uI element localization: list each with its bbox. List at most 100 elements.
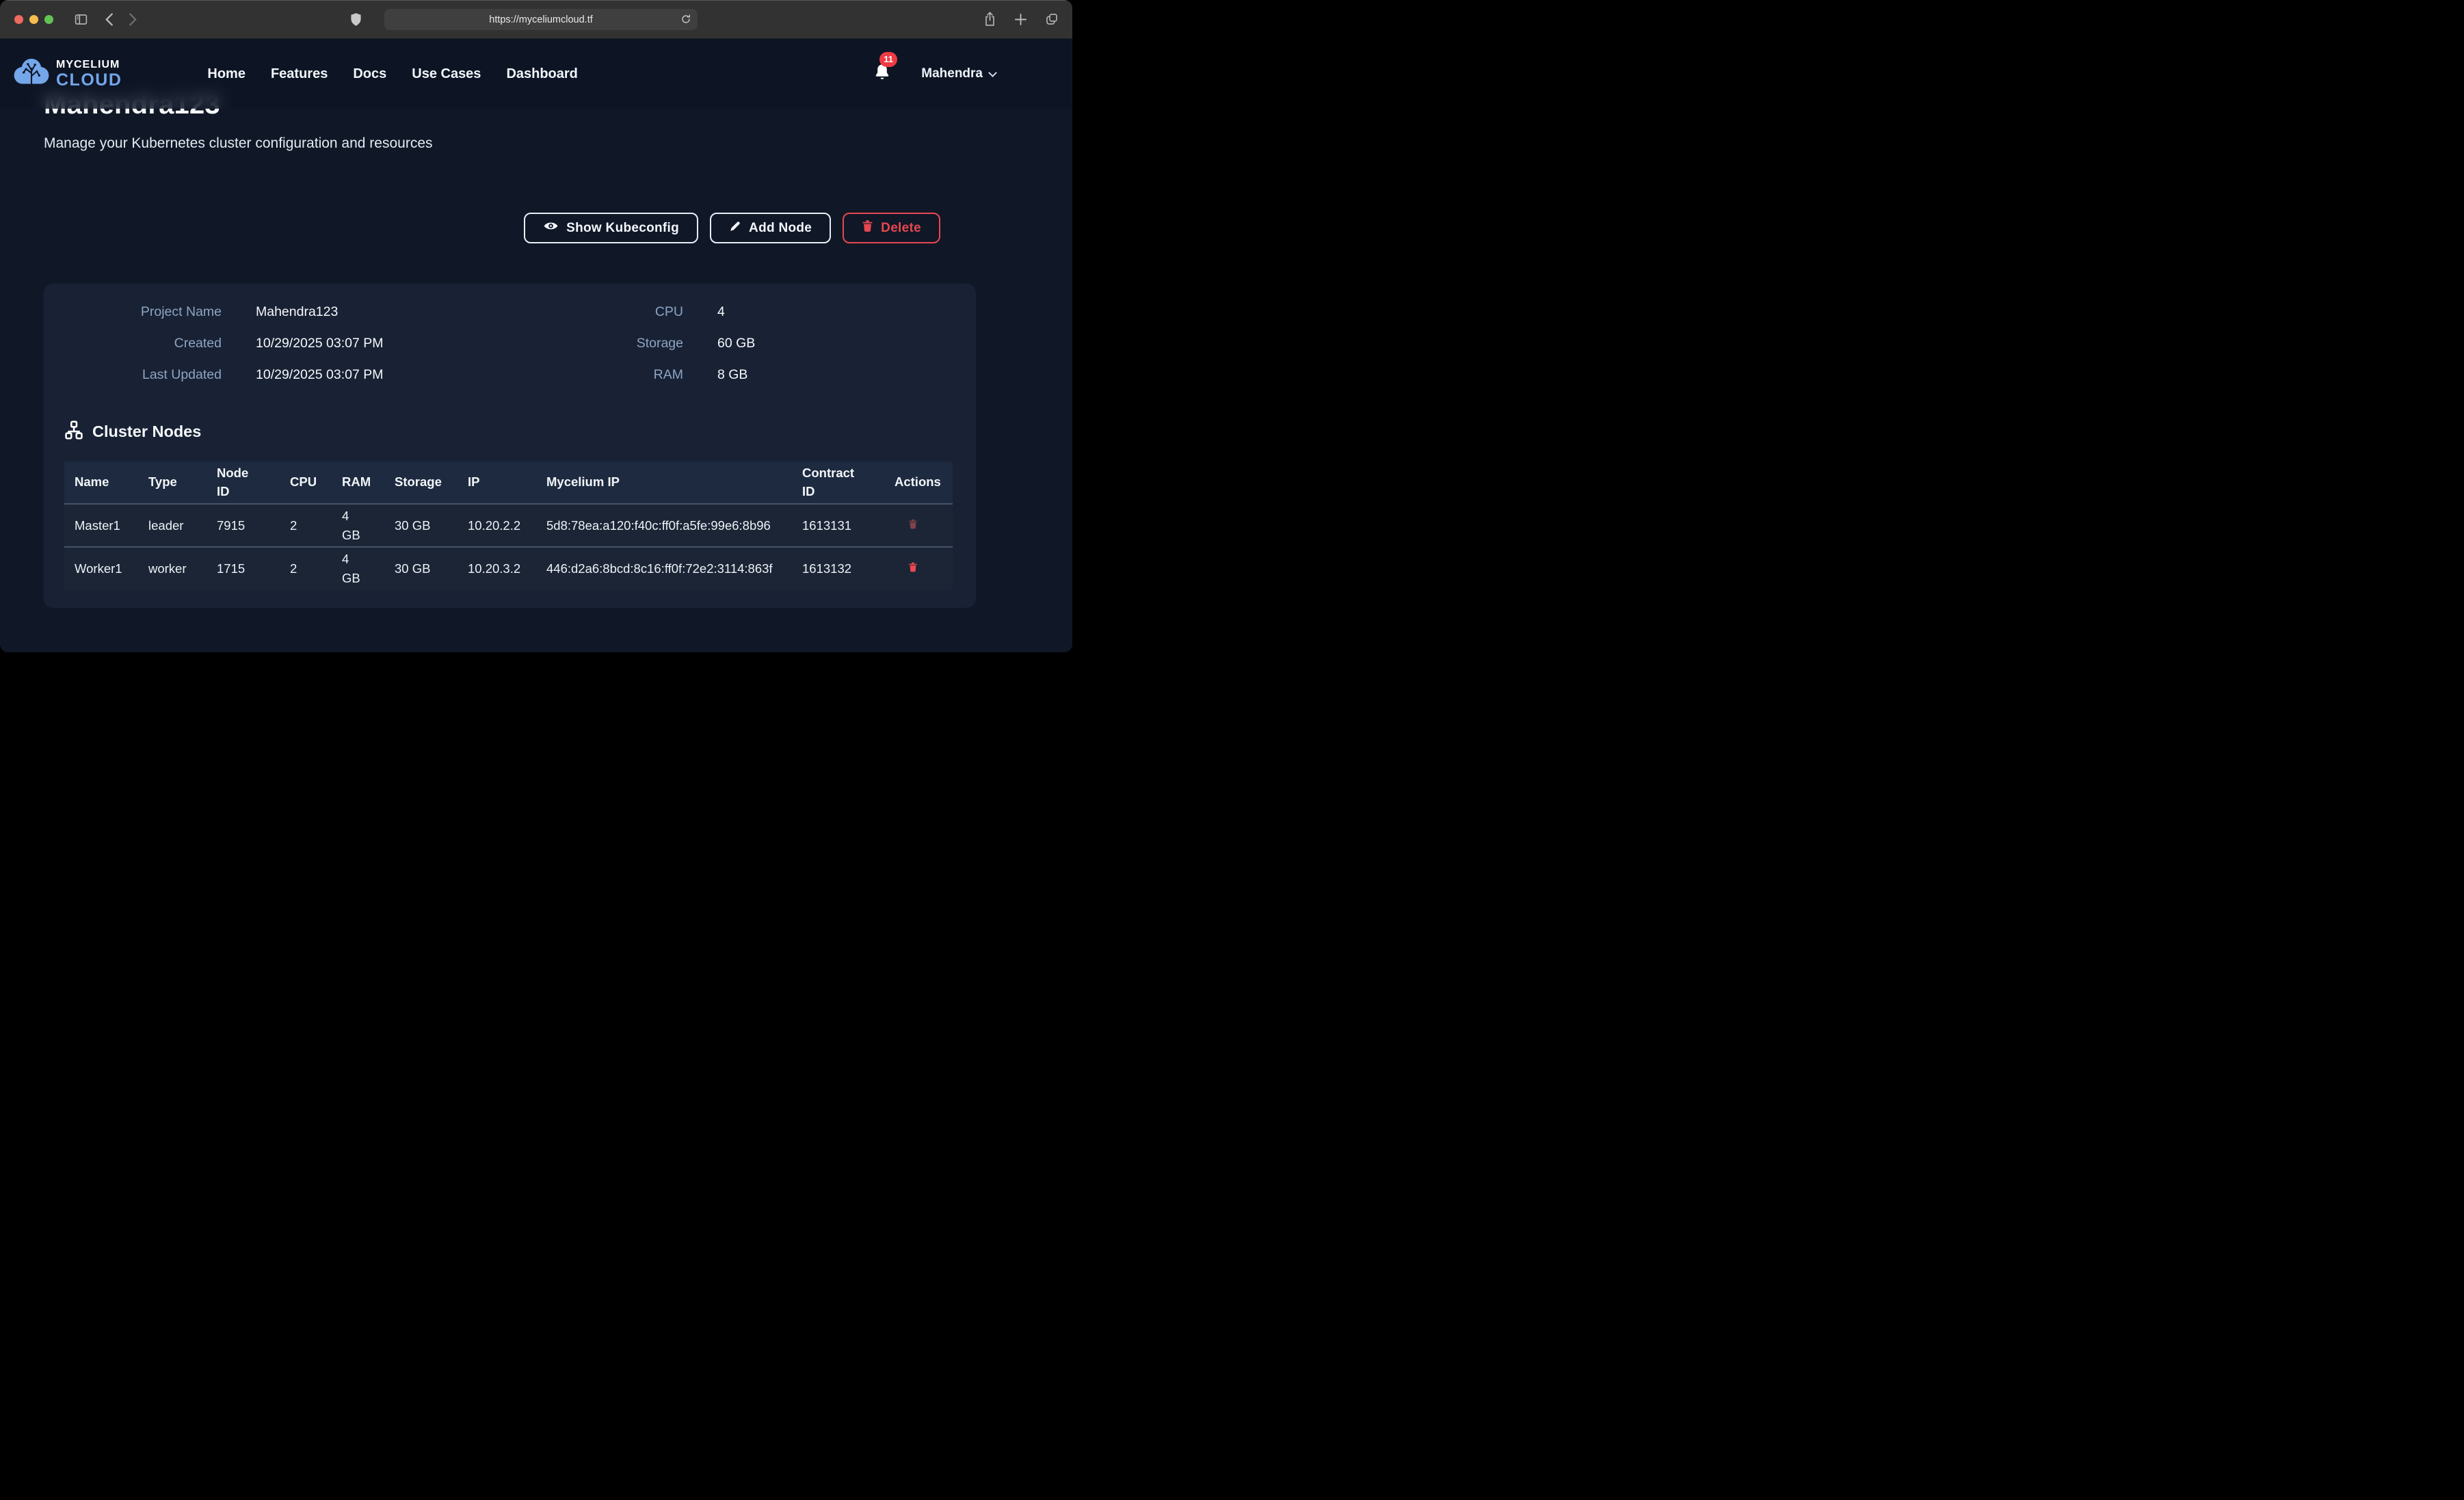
cell-type: worker <box>138 547 207 590</box>
col-ip: IP <box>458 461 536 504</box>
chrome-toolbar-right <box>983 12 1059 27</box>
cpu-value: 4 <box>717 304 725 320</box>
show-kubeconfig-label: Show Kubeconfig <box>566 221 679 236</box>
reload-icon[interactable] <box>680 13 691 28</box>
network-nodes-icon <box>64 420 83 443</box>
info-row-ram: RAM 8 GB <box>522 367 755 386</box>
page-subtitle: Manage your Kubernetes cluster configura… <box>44 135 433 152</box>
address-bar[interactable]: https://myceliumcloud.tf <box>384 9 698 30</box>
user-menu[interactable]: Mahendra <box>921 66 996 81</box>
col-storage: Storage <box>384 461 458 504</box>
cpu-label: CPU <box>522 304 683 320</box>
cell-cpu: 2 <box>280 547 332 590</box>
col-name: Name <box>64 461 138 504</box>
storage-value: 60 GB <box>717 336 755 351</box>
sidebar-toggle-icon[interactable] <box>74 12 88 27</box>
logo-wordmark: MYCELIUM CLOUD <box>56 59 122 89</box>
nav-links: Home Features Docs Use Cases Dashboard <box>207 66 578 82</box>
address-bar-url: https://myceliumcloud.tf <box>489 14 593 25</box>
cell-node-id: 7915 <box>207 504 280 547</box>
cell-mycelium-ip: 5d8:78ea:a120:f40c:ff0f:a5fe:99e6:8b96 <box>536 504 792 547</box>
delete-node-button[interactable] <box>908 561 918 575</box>
notification-badge: 11 <box>879 52 897 67</box>
eye-icon <box>543 220 559 236</box>
cell-name: Worker1 <box>64 547 138 590</box>
nav-item-dashboard[interactable]: Dashboard <box>506 66 577 82</box>
info-row-cpu: CPU 4 <box>522 304 755 323</box>
add-node-button[interactable]: Add Node <box>710 213 831 243</box>
col-actions: Actions <box>884 461 953 504</box>
delete-node-button[interactable] <box>908 518 918 532</box>
info-row-storage: Storage 60 GB <box>522 336 755 355</box>
cluster-nodes-title: Cluster Nodes <box>92 423 201 441</box>
minimize-window-button[interactable] <box>29 15 38 24</box>
show-kubeconfig-button[interactable]: Show Kubeconfig <box>524 213 698 243</box>
site-navbar: MYCELIUM CLOUD Home Features Docs Use Ca… <box>0 39 1072 109</box>
cell-contract-id: 1613131 <box>792 504 884 547</box>
col-type: Type <box>138 461 207 504</box>
project-name-label: Project Name <box>44 304 222 320</box>
ram-label: RAM <box>522 367 683 383</box>
site-logo[interactable]: MYCELIUM CLOUD <box>12 57 122 92</box>
new-tab-icon[interactable] <box>1015 14 1026 25</box>
col-node-id: Node ID <box>207 461 280 504</box>
browser-window: https://myceliumcloud.tf Mahendra123 Man… <box>0 0 1072 652</box>
cluster-info-left: Project Name Mahendra123 Created 10/29/2… <box>44 304 383 386</box>
project-name-value: Mahendra123 <box>256 304 338 320</box>
cell-ram: 4 GB <box>332 504 384 547</box>
window-controls <box>14 15 53 24</box>
share-icon[interactable] <box>983 12 996 27</box>
last-updated-value: 10/29/2025 03:07 PM <box>256 367 383 383</box>
trash-icon <box>908 518 918 532</box>
nav-item-use-cases[interactable]: Use Cases <box>412 66 481 82</box>
cell-ram: 4 GB <box>332 547 384 590</box>
cell-ip: 10.20.2.2 <box>458 504 536 547</box>
cell-contract-id: 1613132 <box>792 547 884 590</box>
cell-cpu: 2 <box>280 504 332 547</box>
nav-item-docs[interactable]: Docs <box>353 66 386 82</box>
zoom-window-button[interactable] <box>44 15 53 24</box>
col-mycelium-ip: Mycelium IP <box>536 461 792 504</box>
cell-actions <box>884 547 953 590</box>
privacy-shield-icon[interactable] <box>350 12 362 27</box>
cluster-actions: Show Kubeconfig Add Node <box>524 213 940 243</box>
trash-icon <box>862 219 873 237</box>
cluster-info-card: Project Name Mahendra123 Created 10/29/2… <box>44 284 976 608</box>
table-header-row: Name Type Node ID CPU RAM Storage IP Myc… <box>64 461 953 504</box>
nav-item-features[interactable]: Features <box>271 66 328 82</box>
cell-mycelium-ip: 446:d2a6:8bcd:8c16:ff0f:72e2:3114:863f <box>536 547 792 590</box>
nav-right: 11 Mahendra <box>873 63 996 85</box>
cluster-nodes-table: Name Type Node ID CPU RAM Storage IP Myc… <box>64 461 953 590</box>
col-cpu: CPU <box>280 461 332 504</box>
created-label: Created <box>44 336 222 351</box>
col-contract-id: Contract ID <box>792 461 884 504</box>
storage-label: Storage <box>522 336 683 351</box>
table-row-master1: Master1 leader 7915 2 4 GB 30 GB 10.20.2… <box>64 504 953 547</box>
cell-storage: 30 GB <box>384 504 458 547</box>
delete-cluster-button[interactable]: Delete <box>843 213 940 243</box>
back-button[interactable] <box>105 13 114 26</box>
info-row-project-name: Project Name Mahendra123 <box>44 304 383 323</box>
cell-ip: 10.20.3.2 <box>458 547 536 590</box>
notifications-button[interactable]: 11 <box>873 63 891 85</box>
ram-value: 8 GB <box>717 367 747 383</box>
cluster-info-right: CPU 4 Storage 60 GB RAM 8 GB <box>522 304 755 386</box>
cell-actions <box>884 504 953 547</box>
page-viewport: Mahendra123 Manage your Kubernetes clust… <box>0 39 1072 652</box>
forward-button[interactable] <box>129 13 137 26</box>
info-row-last-updated: Last Updated 10/29/2025 03:07 PM <box>44 367 383 386</box>
col-ram: RAM <box>332 461 384 504</box>
logo-line1: MYCELIUM <box>56 59 122 70</box>
last-updated-label: Last Updated <box>44 367 222 383</box>
cell-name: Master1 <box>64 504 138 547</box>
bell-icon <box>873 73 891 85</box>
cloud-logo-icon <box>12 57 51 92</box>
pencil-icon <box>729 220 741 237</box>
nav-item-home[interactable]: Home <box>207 66 246 82</box>
browser-chrome: https://myceliumcloud.tf <box>0 0 1072 39</box>
tab-overview-icon[interactable] <box>1045 12 1059 26</box>
close-window-button[interactable] <box>14 15 23 24</box>
table-row-worker1: Worker1 worker 1715 2 4 GB 30 GB 10.20.3… <box>64 547 953 590</box>
user-name: Mahendra <box>921 66 983 81</box>
info-row-created: Created 10/29/2025 03:07 PM <box>44 336 383 355</box>
